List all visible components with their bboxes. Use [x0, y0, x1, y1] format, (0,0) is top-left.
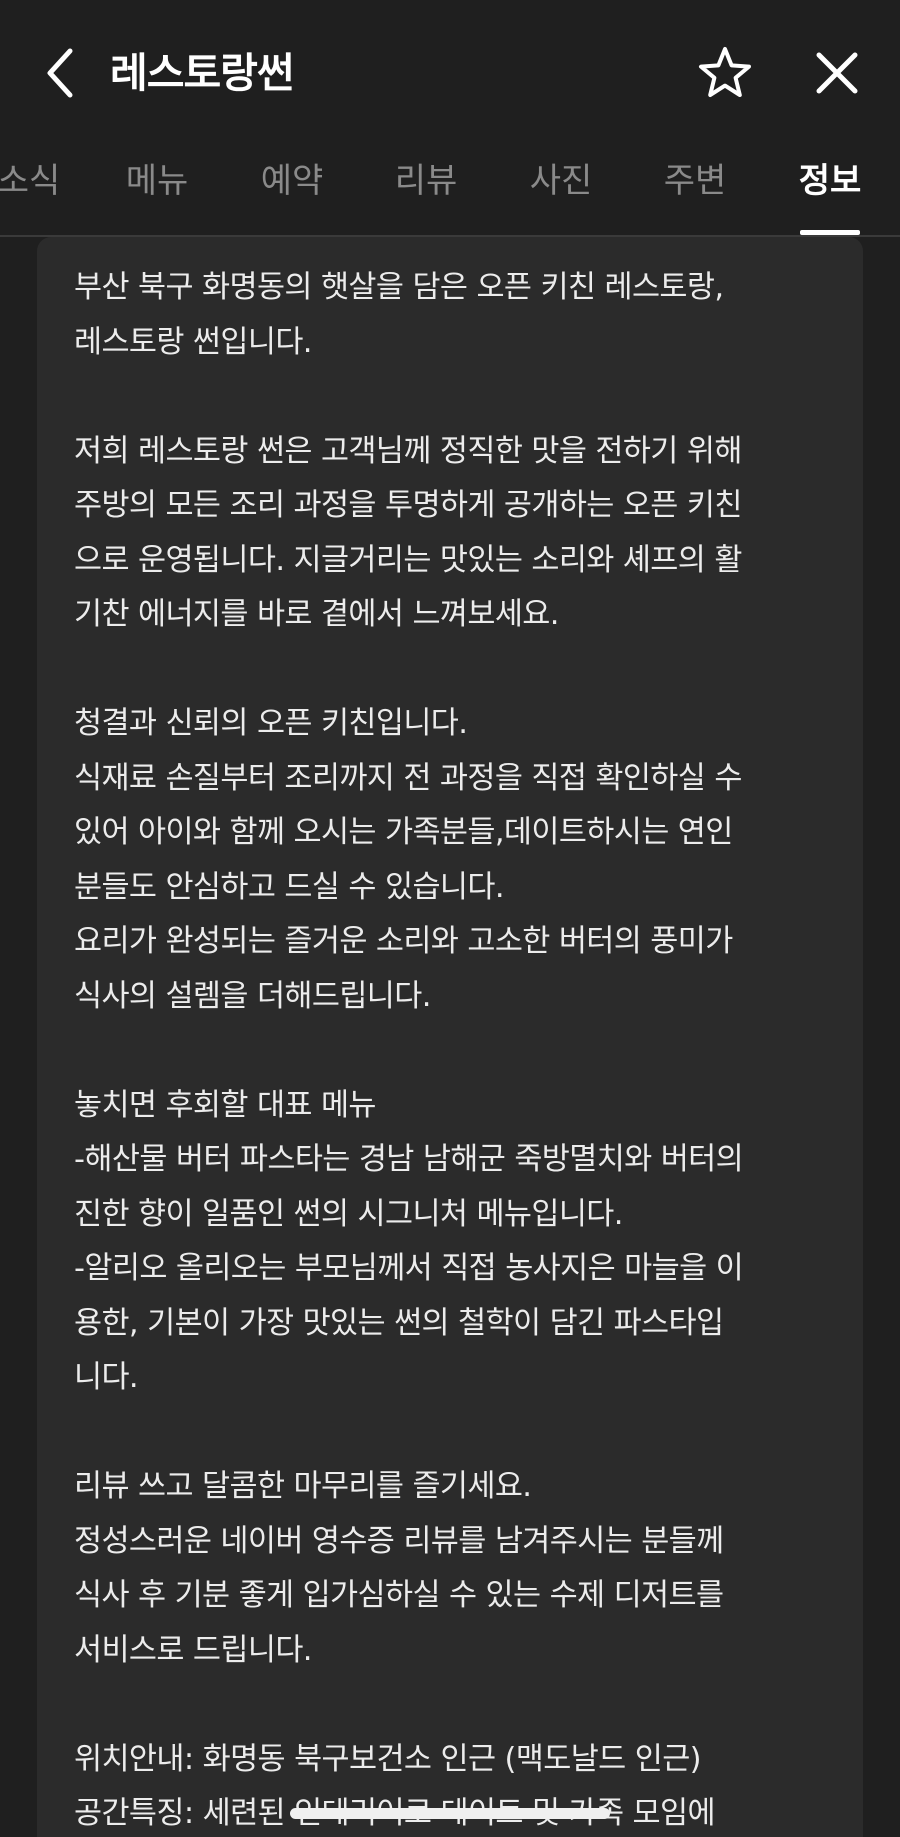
- favorite-button[interactable]: [692, 40, 758, 106]
- tab-label: 정보: [798, 161, 862, 201]
- tab-label: 리뷰: [394, 161, 458, 201]
- close-icon: [816, 52, 858, 94]
- tab-label: 메뉴: [125, 161, 189, 201]
- tab-nearby[interactable]: 주변: [640, 145, 750, 235]
- back-button[interactable]: [30, 40, 90, 106]
- tab-bar: 소식 메뉴 예약 리뷰 사진 주변 정보: [0, 145, 900, 237]
- info-description-text: 부산 북구 화명동의 햇살을 담은 오픈 키친 레스토랑, 레스토랑 썬입니다.…: [74, 270, 744, 1831]
- close-button[interactable]: [804, 40, 870, 106]
- tab-reservation[interactable]: 예약: [237, 145, 347, 235]
- info-description-card: 부산 북구 화명동의 햇살을 담은 오픈 키친 레스토랑, 레스토랑 썬입니다.…: [37, 237, 863, 1837]
- home-indicator[interactable]: [290, 1808, 610, 1819]
- tab-label: 사진: [529, 161, 593, 201]
- tab-label: 소식: [0, 161, 61, 201]
- tab-label: 주변: [663, 161, 727, 201]
- tab-reviews[interactable]: 리뷰: [371, 145, 481, 235]
- chevron-left-icon: [47, 48, 73, 98]
- star-outline-icon: [699, 47, 751, 97]
- tab-menu[interactable]: 메뉴: [102, 145, 212, 235]
- tab-photos[interactable]: 사진: [506, 145, 616, 235]
- tab-label: 예약: [260, 161, 324, 201]
- active-tab-indicator: [800, 230, 860, 235]
- tab-news[interactable]: 소식: [0, 145, 84, 235]
- place-detail-screen: 레스토랑썬 소식 메뉴 예약 리뷰 사진 주변 정보 부산 북구 화명동의 햇살…: [0, 0, 900, 1837]
- tab-info[interactable]: 정보: [775, 145, 885, 235]
- top-app-bar: 레스토랑썬: [0, 0, 900, 145]
- page-title: 레스토랑썬: [110, 49, 295, 97]
